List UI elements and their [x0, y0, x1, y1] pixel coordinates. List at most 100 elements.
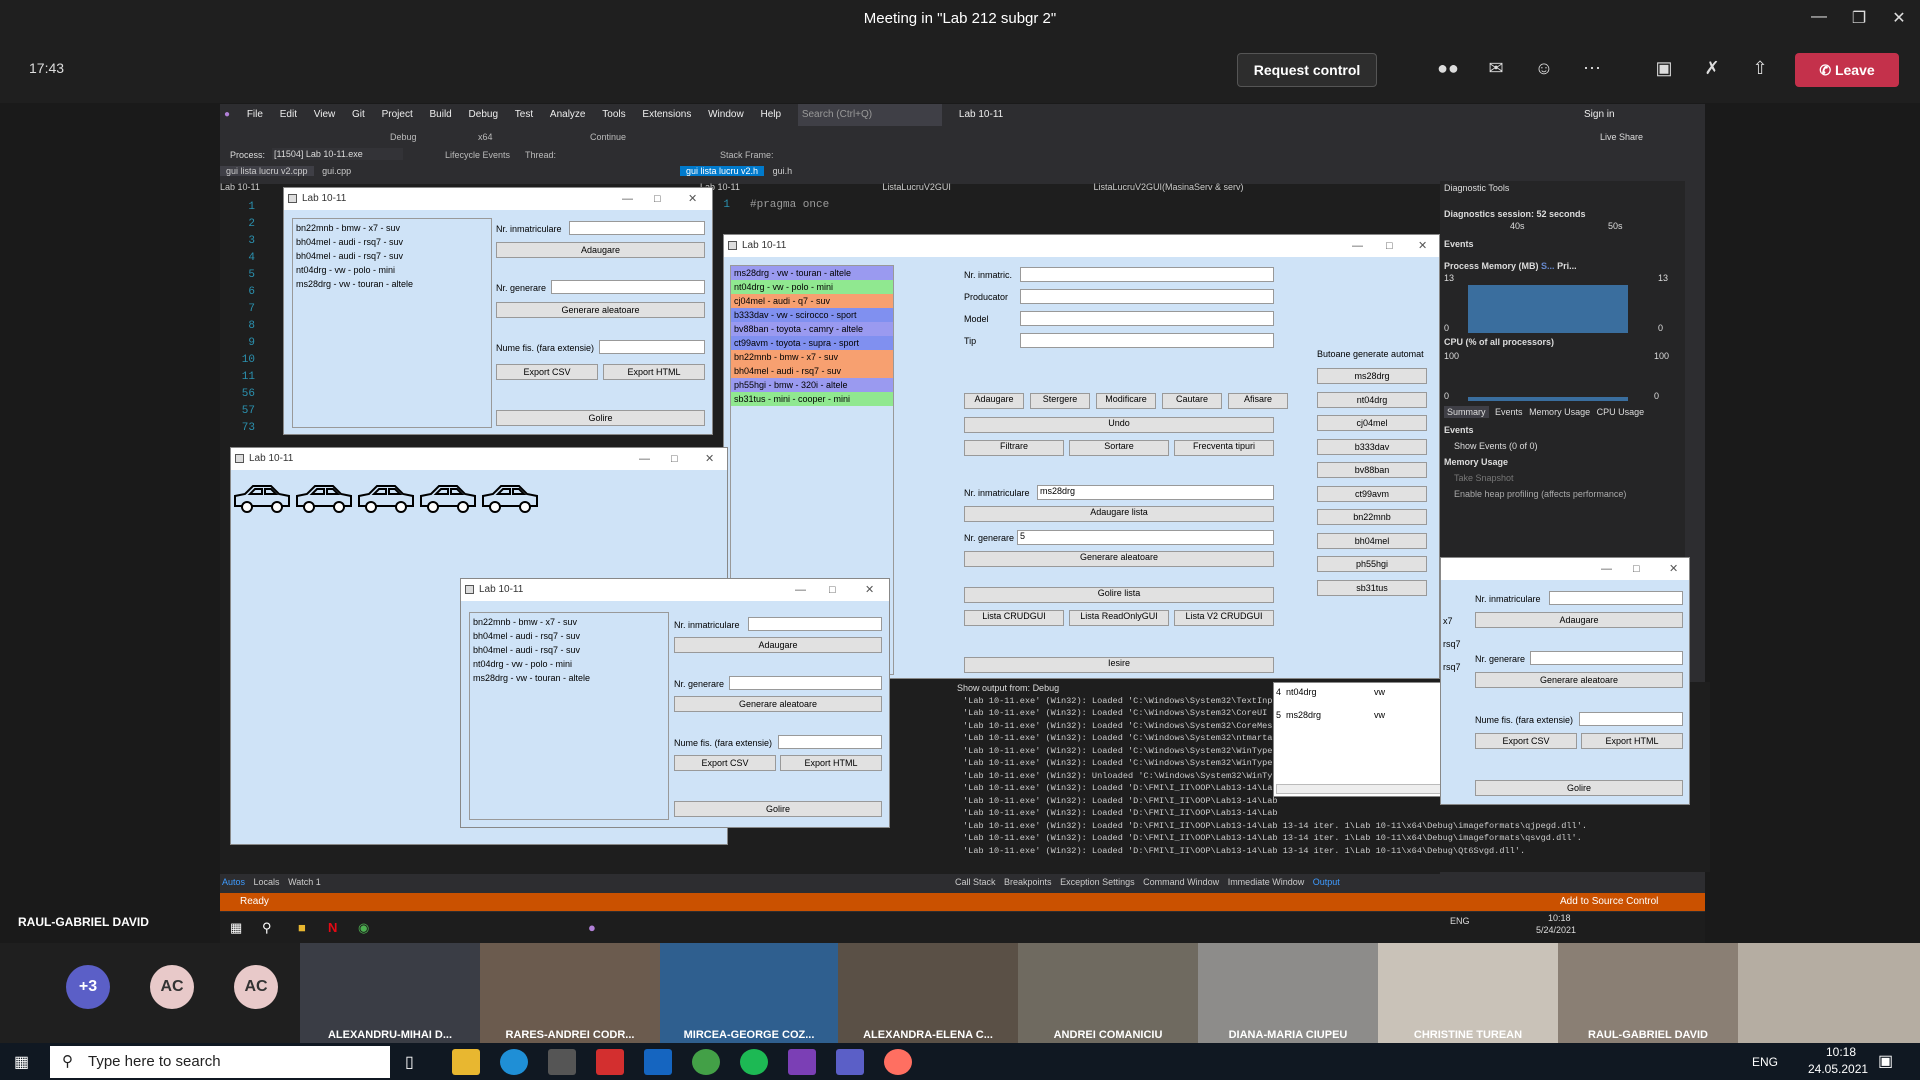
- mic-off-icon[interactable]: ✗: [1698, 58, 1726, 82]
- chrome-icon[interactable]: [692, 1049, 720, 1075]
- start-icon[interactable]: ▦: [230, 920, 242, 936]
- export-csv-button[interactable]: Export CSV: [496, 364, 598, 380]
- generare-aleatoare-button[interactable]: Generare aleatoare: [674, 696, 882, 712]
- list-item[interactable]: bn22mnb - bmw - x7 - suv: [731, 350, 893, 364]
- frecventa-button[interactable]: Frecventa tipuri: [1174, 440, 1274, 456]
- minimize-icon[interactable]: —: [1352, 235, 1363, 257]
- reactions-icon[interactable]: ☺: [1530, 58, 1558, 82]
- close-icon[interactable]: ✕: [1669, 558, 1678, 580]
- live-share-button[interactable]: Live Share: [1600, 132, 1643, 142]
- auto-car-button[interactable]: nt04drg: [1317, 391, 1427, 408]
- menu-debug[interactable]: Debug: [469, 104, 498, 126]
- menu-tools[interactable]: Tools: [602, 104, 625, 126]
- tab-call-stack[interactable]: Call Stack: [955, 877, 996, 887]
- avatar[interactable]: AC: [234, 965, 278, 1009]
- auto-car-button[interactable]: ct99avm: [1317, 485, 1427, 502]
- adaugare-button[interactable]: Adaugare: [496, 242, 705, 258]
- lifecycle-events[interactable]: Lifecycle Events: [445, 150, 510, 160]
- list-item[interactable]: nt04drg - vw - polo - mini: [473, 657, 665, 671]
- nr-generare-input[interactable]: 5: [1017, 530, 1274, 545]
- minimize-icon[interactable]: —: [795, 579, 806, 601]
- undo-button[interactable]: Undo: [964, 417, 1274, 433]
- list-item[interactable]: bn22mnb - bmw - x7 - suv: [473, 615, 665, 629]
- store-icon[interactable]: [548, 1049, 576, 1075]
- taskbar-time[interactable]: 10:18: [1826, 1045, 1856, 1059]
- participant-video[interactable]: ALEXANDRA-ELENA C...: [838, 943, 1018, 1043]
- nr-inmatriculare-input[interactable]: [748, 617, 882, 631]
- tab-command-window[interactable]: Command Window: [1143, 877, 1219, 887]
- nr-generare-input[interactable]: [729, 676, 882, 690]
- close-icon[interactable]: ✕: [1885, 8, 1913, 28]
- taskbar-search-input[interactable]: ⚲ Type here to search: [50, 1046, 390, 1078]
- heap-profiling-checkbox[interactable]: Enable heap profiling (affects performan…: [1440, 487, 1685, 501]
- output-source-dropdown[interactable]: Debug: [1033, 683, 1060, 693]
- menu-build[interactable]: Build: [430, 104, 452, 126]
- code-line[interactable]: #pragma once: [750, 199, 829, 211]
- generare-aleatoare-button[interactable]: Generare aleatoare: [964, 551, 1274, 567]
- menu-project[interactable]: Project: [382, 104, 413, 126]
- generare-aleatoare-button[interactable]: Generare aleatoare: [496, 302, 705, 318]
- menu-file[interactable]: File: [247, 104, 263, 126]
- auto-car-button[interactable]: ms28drg: [1317, 368, 1427, 384]
- tab-gui-lista-cpp[interactable]: gui lista lucru v2.cpp: [220, 166, 314, 176]
- nume-fis-input[interactable]: [778, 735, 882, 749]
- netflix-icon[interactable]: N: [328, 920, 337, 935]
- golire-button[interactable]: Golire: [1475, 780, 1683, 796]
- nr-generare-input[interactable]: [551, 280, 705, 294]
- share-screen-icon[interactable]: ⇧: [1746, 58, 1774, 82]
- adaugare-button[interactable]: Adaugare: [1475, 612, 1683, 628]
- sign-in-link[interactable]: Sign in: [1584, 104, 1615, 126]
- nr-inmatriculare-input[interactable]: [1549, 591, 1683, 605]
- nav-project[interactable]: Lab 10-11: [220, 182, 260, 192]
- export-csv-button[interactable]: Export CSV: [674, 755, 776, 771]
- participant-video[interactable]: [1738, 943, 1920, 1043]
- platform-dropdown[interactable]: x64: [478, 132, 493, 142]
- language-indicator[interactable]: ENG: [1752, 1055, 1778, 1069]
- participants-icon[interactable]: ●●: [1434, 58, 1462, 82]
- maximize-icon[interactable]: □: [671, 448, 678, 470]
- chrome-icon[interactable]: ◉: [358, 920, 369, 936]
- list-item[interactable]: bv88ban - toyota - camry - altele: [731, 322, 893, 336]
- maximize-icon[interactable]: □: [1633, 558, 1640, 580]
- tab-locals[interactable]: Locals: [254, 877, 280, 887]
- nume-fis-input[interactable]: [1579, 712, 1683, 726]
- list-item[interactable]: ph55hgi - bmw - 320i - altele: [731, 378, 893, 392]
- export-csv-button[interactable]: Export CSV: [1475, 733, 1577, 749]
- auto-car-button[interactable]: cj04mel: [1317, 415, 1427, 431]
- request-control-button[interactable]: Request control: [1237, 53, 1377, 87]
- list-item[interactable]: bh04mel - audi - rsq7 - suv: [731, 364, 893, 378]
- list-item[interactable]: ms28drg - vw - touran - altele: [296, 277, 488, 291]
- spotify-icon[interactable]: [740, 1049, 768, 1075]
- config-dropdown[interactable]: Debug: [390, 132, 417, 142]
- car-list[interactable]: bn22mnb - bmw - x7 - suv bh04mel - audi …: [469, 612, 669, 820]
- teams-icon[interactable]: [836, 1049, 864, 1075]
- notifications-icon[interactable]: ▣: [1878, 1051, 1893, 1071]
- paint-icon[interactable]: [884, 1049, 912, 1075]
- modificare-button[interactable]: Modificare: [1096, 393, 1156, 409]
- tip-input[interactable]: [1020, 333, 1274, 348]
- search-icon[interactable]: ⚲: [262, 920, 272, 936]
- tab-watch1[interactable]: Watch 1: [288, 877, 321, 887]
- export-html-button[interactable]: Export HTML: [1581, 733, 1683, 749]
- avatar[interactable]: AC: [150, 965, 194, 1009]
- table-cell[interactable]: nt04drg: [1286, 687, 1317, 697]
- menu-extensions[interactable]: Extensions: [642, 104, 691, 126]
- participant-video[interactable]: MIRCEA-GEORGE COZ...: [660, 943, 838, 1043]
- list-item[interactable]: ct99avm - toyota - supra - sport: [731, 336, 893, 350]
- participant-video[interactable]: CHRISTINE TUREAN: [1378, 943, 1558, 1043]
- list-item[interactable]: cj04mel - audi - q7 - suv: [731, 294, 893, 308]
- menu-analyze[interactable]: Analyze: [550, 104, 586, 126]
- tab-summary[interactable]: Summary: [1444, 406, 1489, 418]
- visual-studio-icon[interactable]: ●: [588, 920, 596, 935]
- minimize-icon[interactable]: —: [1805, 8, 1833, 26]
- afisare-button[interactable]: Afisare: [1228, 393, 1288, 409]
- maximize-icon[interactable]: □: [654, 188, 661, 210]
- tab-memory-usage[interactable]: Memory Usage: [1529, 407, 1590, 417]
- more-participants-badge[interactable]: +3: [66, 965, 110, 1009]
- show-events-link[interactable]: Show Events (0 of 0): [1440, 437, 1685, 455]
- tab-cpu-usage[interactable]: CPU Usage: [1597, 407, 1645, 417]
- lista-v2-crudgui-button[interactable]: Lista V2 CRUDGUI: [1174, 610, 1274, 626]
- menu-git[interactable]: Git: [352, 104, 365, 126]
- minimize-icon[interactable]: —: [639, 448, 650, 470]
- edge-icon[interactable]: [500, 1049, 528, 1075]
